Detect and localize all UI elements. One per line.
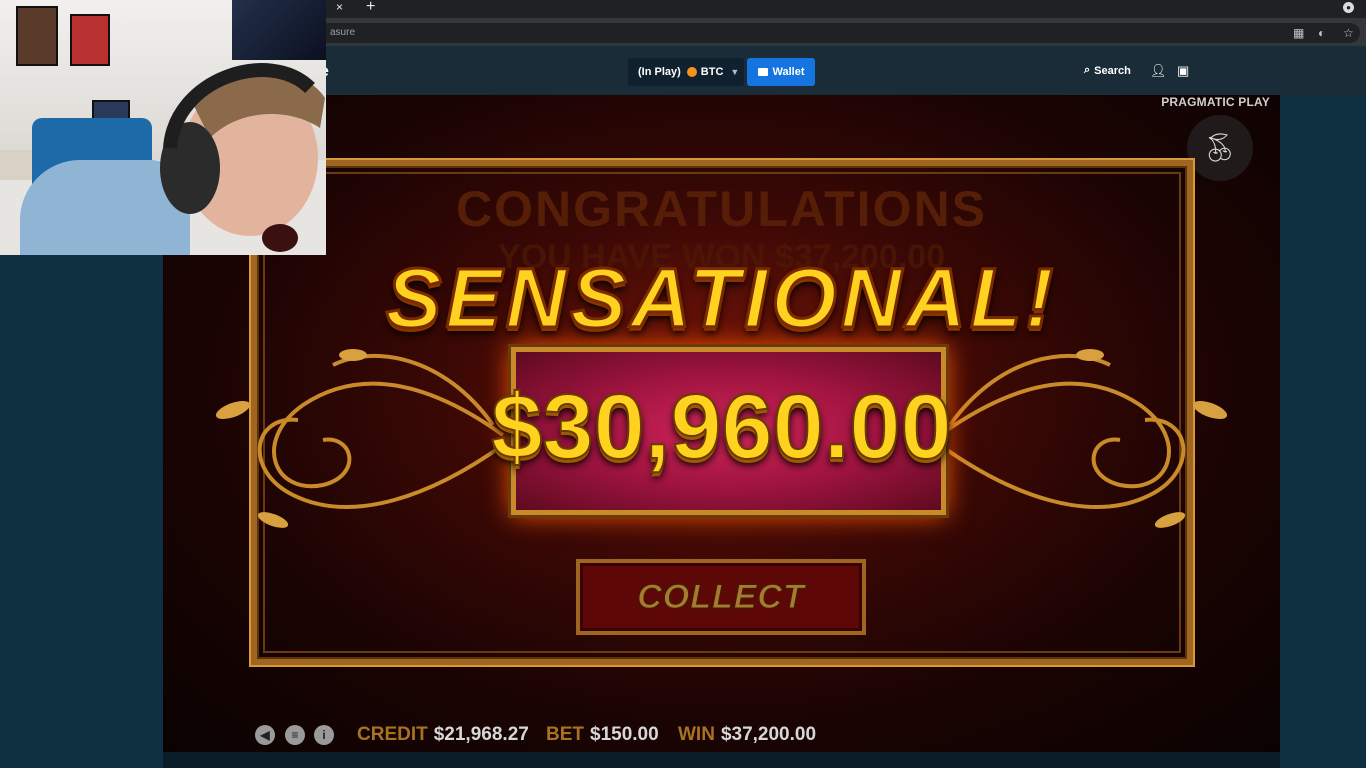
credit-label: CREDIT — [357, 724, 428, 745]
congratulations-text: CONGRATULATIONS — [456, 181, 987, 237]
bet-label: BET — [546, 724, 584, 745]
collect-label: COLLECT — [637, 577, 805, 616]
bet-display: BET $150.00 — [546, 724, 659, 746]
balance-selector[interactable]: (In Play) BTC ▼ — [628, 58, 744, 86]
qr-icon[interactable]: ▦ — [1293, 26, 1304, 40]
new-tab-button[interactable]: + — [366, 0, 375, 15]
chevron-down-icon: ▼ — [730, 67, 740, 77]
sound-icon[interactable]: ◀ — [255, 725, 275, 745]
wallet-icon — [757, 68, 768, 76]
url-input[interactable] — [300, 23, 1360, 43]
balance-label: (In Play) — [638, 66, 681, 78]
provider-logo: PRAGMATIC PLAY — [1161, 95, 1270, 109]
cherry-icon[interactable]: 🍒︎ — [1187, 115, 1253, 181]
win-label: WIN — [678, 724, 715, 745]
streamer — [160, 63, 325, 252]
win-amount: $30,960.00 — [490, 375, 952, 479]
neon-sign — [232, 0, 326, 60]
menu-icon[interactable]: ≡ — [285, 725, 305, 745]
wallet-label: Wallet — [772, 66, 805, 78]
win-display: WIN $37,200.00 — [678, 724, 816, 746]
bet-value: $150.00 — [590, 724, 659, 745]
wall-poster — [70, 14, 110, 66]
chat-icon[interactable]: ▣ — [1177, 63, 1189, 79]
webcam-overlay — [0, 0, 326, 255]
game-canvas[interactable]: PRAGMATIC PLAY 🍒︎ CONGRATULATIONS YOU HA… — [163, 95, 1280, 752]
window-control-icon[interactable]: ● — [1343, 2, 1354, 13]
search-label: Search — [1094, 64, 1131, 77]
user-icon[interactable]: 👤︎ — [1150, 63, 1167, 79]
close-tab-icon[interactable]: × — [336, 0, 343, 14]
wall-poster — [16, 6, 58, 66]
search-button[interactable]: ⌕ Search — [1084, 64, 1131, 77]
collect-button[interactable]: COLLECT — [576, 559, 866, 635]
credit-value: $21,968.27 — [433, 724, 529, 745]
credit-display: CREDIT $21,968.27 — [357, 724, 529, 746]
game-bottom-strip — [163, 752, 1280, 768]
search-icon: ⌕ — [1084, 64, 1091, 76]
url-text: asure — [330, 27, 356, 38]
currency-label: BTC — [700, 66, 724, 78]
btc-icon — [686, 67, 697, 77]
wallet-button[interactable]: Wallet — [747, 58, 815, 86]
win-value: $37,200.00 — [720, 724, 817, 745]
extension-icon[interactable]: ◐ — [1318, 26, 1325, 40]
info-icon[interactable]: i — [314, 725, 334, 745]
headline-text: SENSATIONAL! — [384, 250, 1058, 347]
star-icon[interactable]: ☆ — [1343, 26, 1354, 40]
